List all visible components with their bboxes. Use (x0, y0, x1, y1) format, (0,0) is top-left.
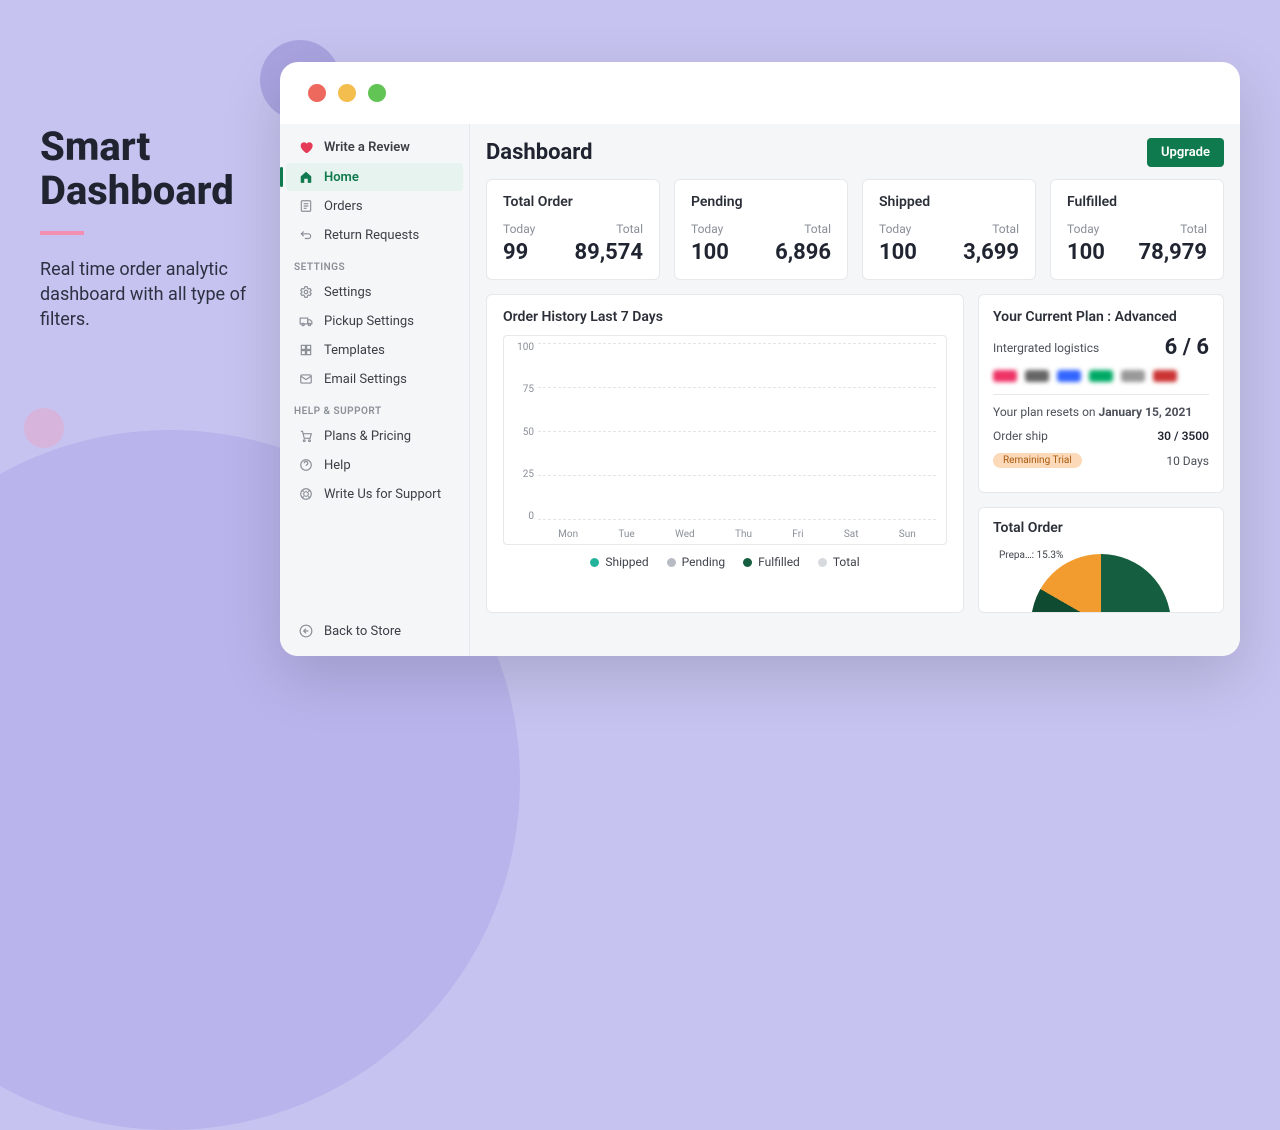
help-icon (298, 457, 314, 473)
sidebar-group-help: HELP & SUPPORT (280, 394, 469, 421)
page-title: Dashboard (486, 140, 593, 165)
stat-today: 99 (503, 240, 528, 265)
order-history-chart: 1007550250 MonTueWedThuFriSatSun (503, 335, 947, 545)
sidebar-item-label: Write a Review (324, 140, 410, 155)
stat-card-shipped: ShippedTodayTotal1003,699 (862, 179, 1036, 280)
sidebar-item-label: Email Settings (324, 372, 407, 387)
stat-total: 78,979 (1138, 240, 1207, 265)
hero-title: Smart Dashboard (40, 125, 260, 213)
settings-icon (298, 284, 314, 300)
sidebar-item-label: Back to Store (324, 624, 401, 639)
sidebar: Write a Review Home Orders Return Requests… (280, 124, 470, 656)
stat-card-pending: PendingTodayTotal1006,896 (674, 179, 848, 280)
return-requests-icon (298, 227, 314, 243)
stat-title: Pending (691, 194, 831, 210)
pie-chart-icon (1031, 554, 1171, 612)
plan-logistics-value: 6 / 6 (1165, 335, 1209, 360)
home-icon (298, 169, 314, 185)
stat-total: 6,896 (775, 240, 831, 265)
stat-total: 3,699 (963, 240, 1019, 265)
sidebar-item-orders[interactable]: Orders (286, 192, 463, 220)
sidebar-item-label: Templates (324, 343, 385, 358)
sidebar-item-templates[interactable]: Templates (286, 336, 463, 364)
sidebar-item-label: Home (324, 170, 359, 185)
main: Dashboard Upgrade Total OrderTodayTotal9… (470, 124, 1240, 656)
plan-card: Your Current Plan : Advanced Intergrated… (978, 294, 1224, 493)
stat-title: Fulfilled (1067, 194, 1207, 210)
window-minimize-icon[interactable] (338, 84, 356, 102)
trial-days: 10 Days (1166, 454, 1209, 468)
sidebar-item-pickup-settings[interactable]: Pickup Settings (286, 307, 463, 335)
plan-reset-text: Your plan resets on January 15, 2021 (993, 405, 1192, 419)
hero-rule (40, 231, 84, 235)
back-arrow-icon (298, 623, 314, 639)
sidebar-item-write-us-for-support[interactable]: Write Us for Support (286, 480, 463, 508)
sidebar-item-back[interactable]: Back to Store (286, 617, 463, 645)
orders-icon (298, 198, 314, 214)
sidebar-item-label: Return Requests (324, 228, 419, 243)
window-maximize-icon[interactable] (368, 84, 386, 102)
right-column: Your Current Plan : Advanced Intergrated… (978, 294, 1224, 613)
sidebar-item-review[interactable]: Write a Review (286, 133, 463, 161)
stat-title: Shipped (879, 194, 1019, 210)
chart-title: Order History Last 7 Days (503, 309, 947, 325)
sidebar-item-label: Pickup Settings (324, 314, 414, 329)
order-ship-label: Order ship (993, 429, 1048, 443)
heart-icon (298, 139, 314, 155)
stat-today: 100 (1067, 240, 1105, 265)
carrier-logos (993, 370, 1209, 382)
order-history-card: Order History Last 7 Days 1007550250 Mon… (486, 294, 964, 613)
window-close-icon[interactable] (308, 84, 326, 102)
stat-today: 100 (691, 240, 729, 265)
sidebar-item-label: Help (324, 458, 351, 473)
hero: Smart Dashboard Real time order analytic… (40, 125, 260, 333)
sidebar-item-help[interactable]: Help (286, 451, 463, 479)
stat-card-fulfilled: FulfilledTodayTotal10078,979 (1050, 179, 1224, 280)
window-titlebar (280, 62, 1240, 124)
write-us-for-support-icon (298, 486, 314, 502)
pie-title: Total Order (993, 520, 1209, 536)
stat-title: Total Order (503, 194, 643, 210)
upgrade-button[interactable]: Upgrade (1147, 138, 1224, 167)
order-ship-value: 30 / 3500 (1157, 429, 1209, 443)
sidebar-item-return-requests[interactable]: Return Requests (286, 221, 463, 249)
pickup-settings-icon (298, 313, 314, 329)
sidebar-item-label: Orders (324, 199, 363, 214)
sidebar-item-label: Settings (324, 285, 371, 300)
sidebar-item-email-settings[interactable]: Email Settings (286, 365, 463, 393)
trial-badge: Remaining Trial (993, 453, 1082, 468)
stats-row: Total OrderTodayTotal9989,574PendingToda… (486, 179, 1224, 280)
app-window: Write a Review Home Orders Return Requests… (280, 62, 1240, 656)
main-header: Dashboard Upgrade (486, 138, 1224, 167)
stat-card-total-order: Total OrderTodayTotal9989,574 (486, 179, 660, 280)
sidebar-item-label: Plans & Pricing (324, 429, 411, 444)
chart-legend: Shipped Pending Fulfilled Total (503, 555, 947, 569)
plan-logistics-label: Intergrated logistics (993, 341, 1099, 355)
sidebar-item-plans-pricing[interactable]: Plans & Pricing (286, 422, 463, 450)
total-order-pie-card: Total Order Prepa…: 15.3% (978, 507, 1224, 613)
templates-icon (298, 342, 314, 358)
plan-title: Your Current Plan : Advanced (993, 309, 1209, 325)
stat-today: 100 (879, 240, 917, 265)
sidebar-group-settings: SETTINGS (280, 250, 469, 277)
pie-slice-label: Prepa…: 15.3% (999, 550, 1063, 561)
sidebar-item-label: Write Us for Support (324, 487, 441, 502)
sidebar-item-settings[interactable]: Settings (286, 278, 463, 306)
sidebar-item-home[interactable]: Home (286, 163, 463, 191)
hero-subtitle: Real time order analytic dashboard with … (40, 257, 260, 333)
plans-pricing-icon (298, 428, 314, 444)
stat-total: 89,574 (574, 240, 643, 265)
email-settings-icon (298, 371, 314, 387)
